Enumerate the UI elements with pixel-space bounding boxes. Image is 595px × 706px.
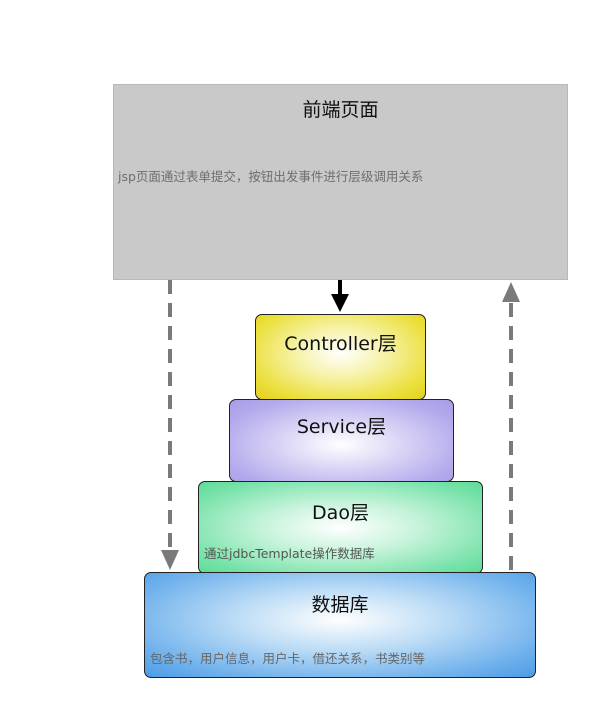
frontend-to-database-dashed-arrow bbox=[161, 280, 179, 570]
connector-arrows bbox=[161, 280, 520, 570]
frontend-to-controller-arrow bbox=[331, 280, 349, 312]
database-to-frontend-dashed-arrow bbox=[502, 282, 520, 570]
